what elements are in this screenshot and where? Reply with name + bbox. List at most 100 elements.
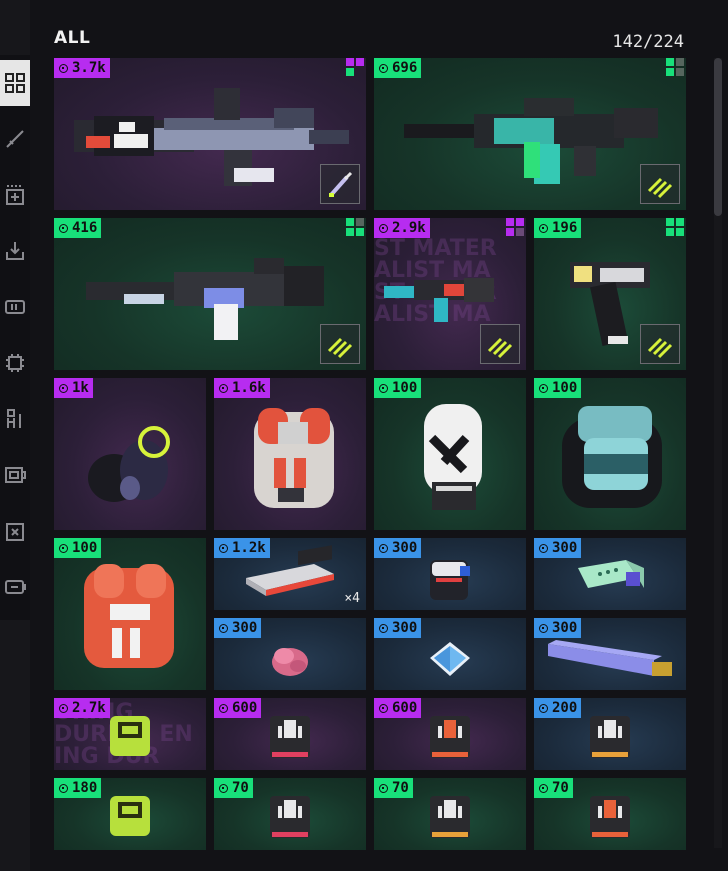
- price-value: 300: [392, 620, 418, 636]
- item-card-pink-organ[interactable]: 300: [214, 618, 366, 690]
- item-card-teal-carbine[interactable]: ST MATER ALIST MA ST MATER ALIST MA 2.9k: [374, 218, 526, 370]
- price-tag: 3.7k: [54, 58, 110, 78]
- med-vest-art: [84, 564, 174, 668]
- rifle-icon: [6, 130, 24, 148]
- coin-icon: [219, 543, 228, 553]
- inbox-download-icon: [6, 242, 24, 260]
- filter-ammo-button[interactable]: [0, 284, 30, 330]
- stack-quantity: ×4: [344, 591, 360, 606]
- chip-icon: [6, 354, 24, 372]
- item-card-long-rifle[interactable]: 3.7k: [54, 58, 366, 210]
- price-value: 300: [552, 620, 578, 636]
- scrollbar-thumb[interactable]: [714, 58, 722, 216]
- item-card-chest-armor-red[interactable]: 1.6k: [214, 378, 366, 530]
- category-title: ALL: [54, 28, 91, 48]
- item-card-battery-cell[interactable]: 1.2k ×4: [214, 538, 366, 610]
- item-card-pistol[interactable]: 196: [534, 218, 686, 370]
- teal-helmet-art: [562, 406, 662, 508]
- price-tag: 1.6k: [214, 378, 270, 398]
- ammo-slot[interactable]: [320, 324, 360, 364]
- ammo-box-icon: [5, 300, 25, 314]
- price-tag: 100: [534, 378, 582, 398]
- coin-icon: [219, 623, 228, 633]
- item-card-chip-01b[interactable]: 70: [214, 778, 366, 850]
- device-icon: [5, 467, 26, 483]
- item-card-med-vest[interactable]: 100: [54, 538, 206, 690]
- coin-icon: [539, 703, 548, 713]
- coin-icon: [59, 703, 68, 713]
- ammo-slot[interactable]: [640, 324, 680, 364]
- price-tag: 70: [374, 778, 413, 798]
- price-tag: 300: [534, 538, 582, 558]
- filter-add-button[interactable]: [0, 172, 30, 218]
- item-card-chip-03[interactable]: 200: [534, 698, 686, 770]
- price-value: 3.7k: [72, 60, 106, 76]
- item-card-mint-module[interactable]: 300: [534, 538, 686, 610]
- inventory-count: 142/224: [612, 32, 684, 52]
- item-card-purple-barrel[interactable]: 300: [534, 618, 686, 690]
- price-value: 70: [232, 780, 249, 796]
- coin-icon: [539, 383, 548, 393]
- price-tag: 300: [214, 618, 262, 638]
- filter-mods-button[interactable]: [0, 340, 30, 386]
- coin-icon: [379, 63, 388, 73]
- chest-armor-red-art: [254, 408, 334, 508]
- coin-icon: [379, 623, 388, 633]
- coin-icon: [59, 383, 68, 393]
- battery-icon: [5, 580, 26, 594]
- sniper-ammo-icon: [329, 171, 353, 197]
- item-card-smg-teal[interactable]: 696: [374, 58, 686, 210]
- price-value: 1.6k: [232, 380, 266, 396]
- filter-discard-button[interactable]: [0, 508, 30, 554]
- filter-all-button[interactable]: [0, 60, 30, 106]
- item-card-chip-02[interactable]: 600: [374, 698, 526, 770]
- coin-icon: [379, 543, 388, 553]
- item-card-railgun[interactable]: 416: [54, 218, 366, 370]
- bullets-ammo-icon: [487, 337, 513, 359]
- rarity-indicator: [346, 58, 364, 76]
- filter-armor-button[interactable]: [0, 396, 30, 442]
- ammo-slot[interactable]: [320, 164, 360, 204]
- price-value: 196: [552, 220, 578, 236]
- price-value: 300: [232, 620, 258, 636]
- filter-battery-button[interactable]: [0, 564, 30, 610]
- item-card-gloves[interactable]: 1k: [54, 378, 206, 530]
- coin-icon: [539, 623, 548, 633]
- ammo-slot[interactable]: [640, 164, 680, 204]
- item-card-chip-01[interactable]: 600: [214, 698, 366, 770]
- gloves-art: [88, 426, 170, 502]
- rarity-indicator: [506, 218, 524, 236]
- bullets-ammo-icon: [327, 337, 353, 359]
- coin-icon: [539, 223, 548, 233]
- white-helmet-art: [424, 404, 482, 510]
- price-tag: 600: [374, 698, 422, 718]
- ammo-slot[interactable]: [480, 324, 520, 364]
- price-value: 300: [552, 540, 578, 556]
- coin-icon: [59, 543, 68, 553]
- filter-inbox-button[interactable]: [0, 228, 30, 274]
- item-card-white-helmet[interactable]: 100: [374, 378, 526, 530]
- filter-weapons-button[interactable]: [0, 116, 30, 162]
- price-tag: 1k: [54, 378, 93, 398]
- coin-icon: [379, 783, 388, 793]
- price-tag: 196: [534, 218, 582, 238]
- item-card-chip-03b[interactable]: 70: [374, 778, 526, 850]
- filter-devices-button[interactable]: [0, 452, 30, 498]
- coin-icon: [539, 783, 548, 793]
- price-value: 416: [72, 220, 98, 236]
- item-card-chip-green-04[interactable]: URING DURING EN ING DUR 2.7k: [54, 698, 206, 770]
- armor-icon: [7, 409, 21, 428]
- price-value: 600: [232, 700, 258, 716]
- item-card-canister[interactable]: 300: [374, 538, 526, 610]
- price-tag: 200: [534, 698, 582, 718]
- discard-icon: [6, 523, 24, 541]
- item-card-blue-crystal[interactable]: 300: [374, 618, 526, 690]
- rarity-indicator: [666, 58, 684, 76]
- price-tag: 70: [214, 778, 253, 798]
- item-card-teal-helmet[interactable]: 100: [534, 378, 686, 530]
- price-tag: 100: [374, 378, 422, 398]
- item-card-chip-02b[interactable]: 70: [534, 778, 686, 850]
- coin-icon: [379, 703, 388, 713]
- item-card-chip-green-04b[interactable]: 180: [54, 778, 206, 850]
- price-value: 100: [552, 380, 578, 396]
